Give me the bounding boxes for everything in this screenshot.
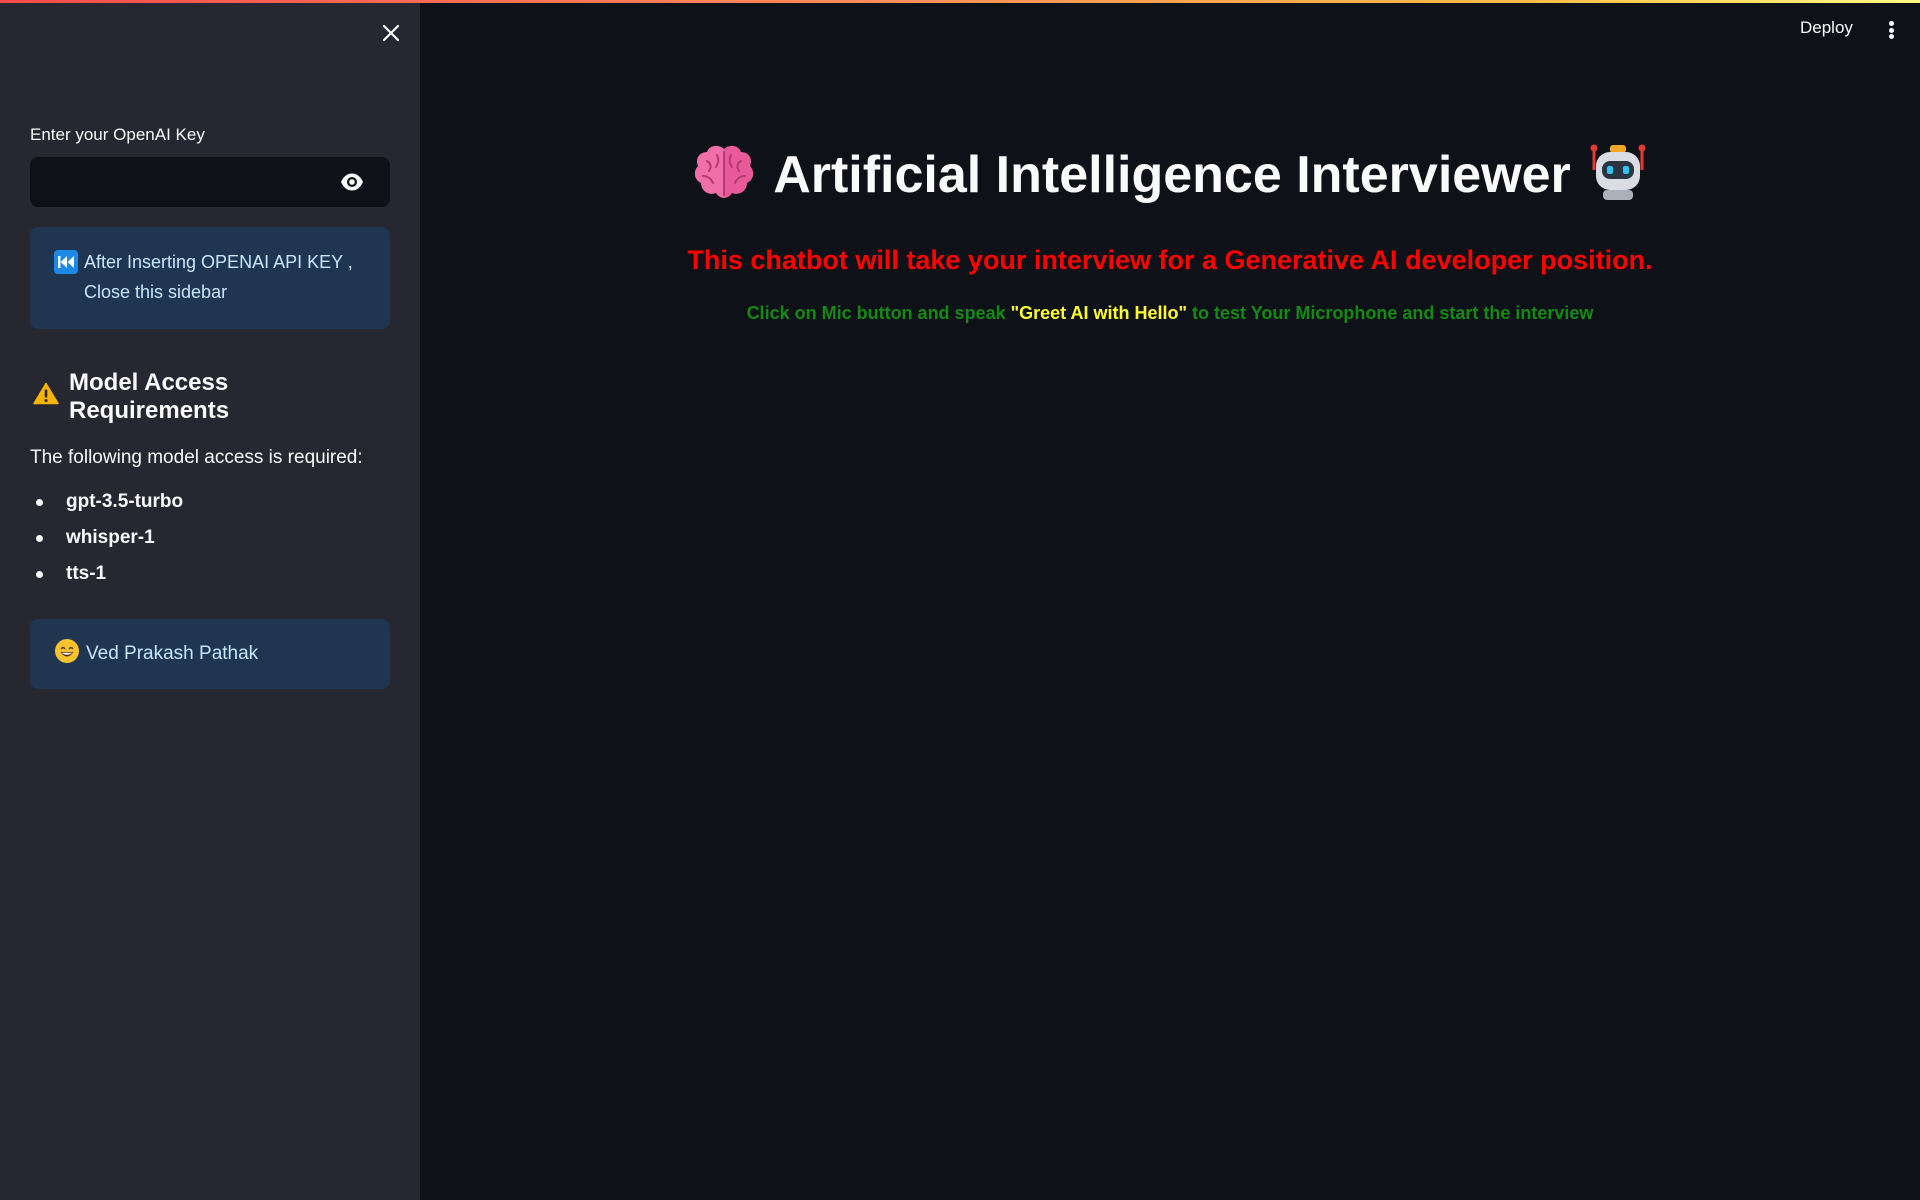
model-name: whisper-1 [66, 527, 155, 548]
bullet-icon [36, 499, 43, 506]
title-row: Artificial Intelligence Interviewer [420, 142, 1920, 207]
sidebar: Enter your OpenAI Key After Inserting OP… [0, 0, 420, 1200]
requirements-description: The following model access is required: [30, 447, 363, 468]
api-key-label: Enter your OpenAI Key [30, 125, 205, 144]
instruction-text: Click on Mic button and speak "Greet AI … [420, 303, 1920, 324]
robot-icon [1589, 142, 1647, 207]
sidebar-content: Enter your OpenAI Key After Inserting OP… [30, 125, 390, 689]
bullet-icon [36, 571, 43, 578]
page-title: Artificial Intelligence Interviewer [773, 145, 1571, 204]
info-text: After Inserting OPENAI API KEY , Close t… [84, 252, 353, 302]
main-content: Artificial Intelligence Interviewer This… [420, 0, 1920, 1200]
model-name: gpt-3.5-turbo [66, 491, 184, 512]
instruction-highlight: "Greet AI with Hello" [1010, 303, 1188, 323]
instruction-prefix: Click on Mic button and speak [746, 303, 1011, 323]
author-name: Ved Prakash Pathak [86, 643, 259, 664]
top-decoration-bar [0, 0, 1920, 3]
subtitle: This chatbot will take your interview fo… [687, 245, 1653, 275]
requirements-heading-text: Model Access Requirements [69, 369, 230, 424]
rewind-icon [54, 250, 78, 274]
requirements-heading: Model Access Requirements [30, 369, 390, 425]
list-item: tts-1 [30, 563, 390, 599]
instruction-suffix: to test Your Microphone and start the in… [1187, 303, 1594, 323]
model-name: tts-1 [66, 563, 107, 584]
eye-icon[interactable] [340, 171, 364, 193]
close-icon[interactable] [376, 18, 406, 48]
info-alert: After Inserting OPENAI API KEY , Close t… [30, 227, 390, 329]
grinning-face-icon [54, 638, 80, 670]
api-key-field [30, 157, 390, 207]
author-info-box: Ved Prakash Pathak [30, 619, 390, 689]
bullet-icon [36, 535, 43, 542]
brain-icon [693, 143, 755, 206]
warning-icon [33, 382, 59, 412]
list-item: whisper-1 [30, 527, 390, 563]
model-list: gpt-3.5-turbo whisper-1 tts-1 [30, 491, 390, 599]
api-key-input[interactable] [30, 157, 340, 207]
list-item: gpt-3.5-turbo [30, 491, 390, 527]
